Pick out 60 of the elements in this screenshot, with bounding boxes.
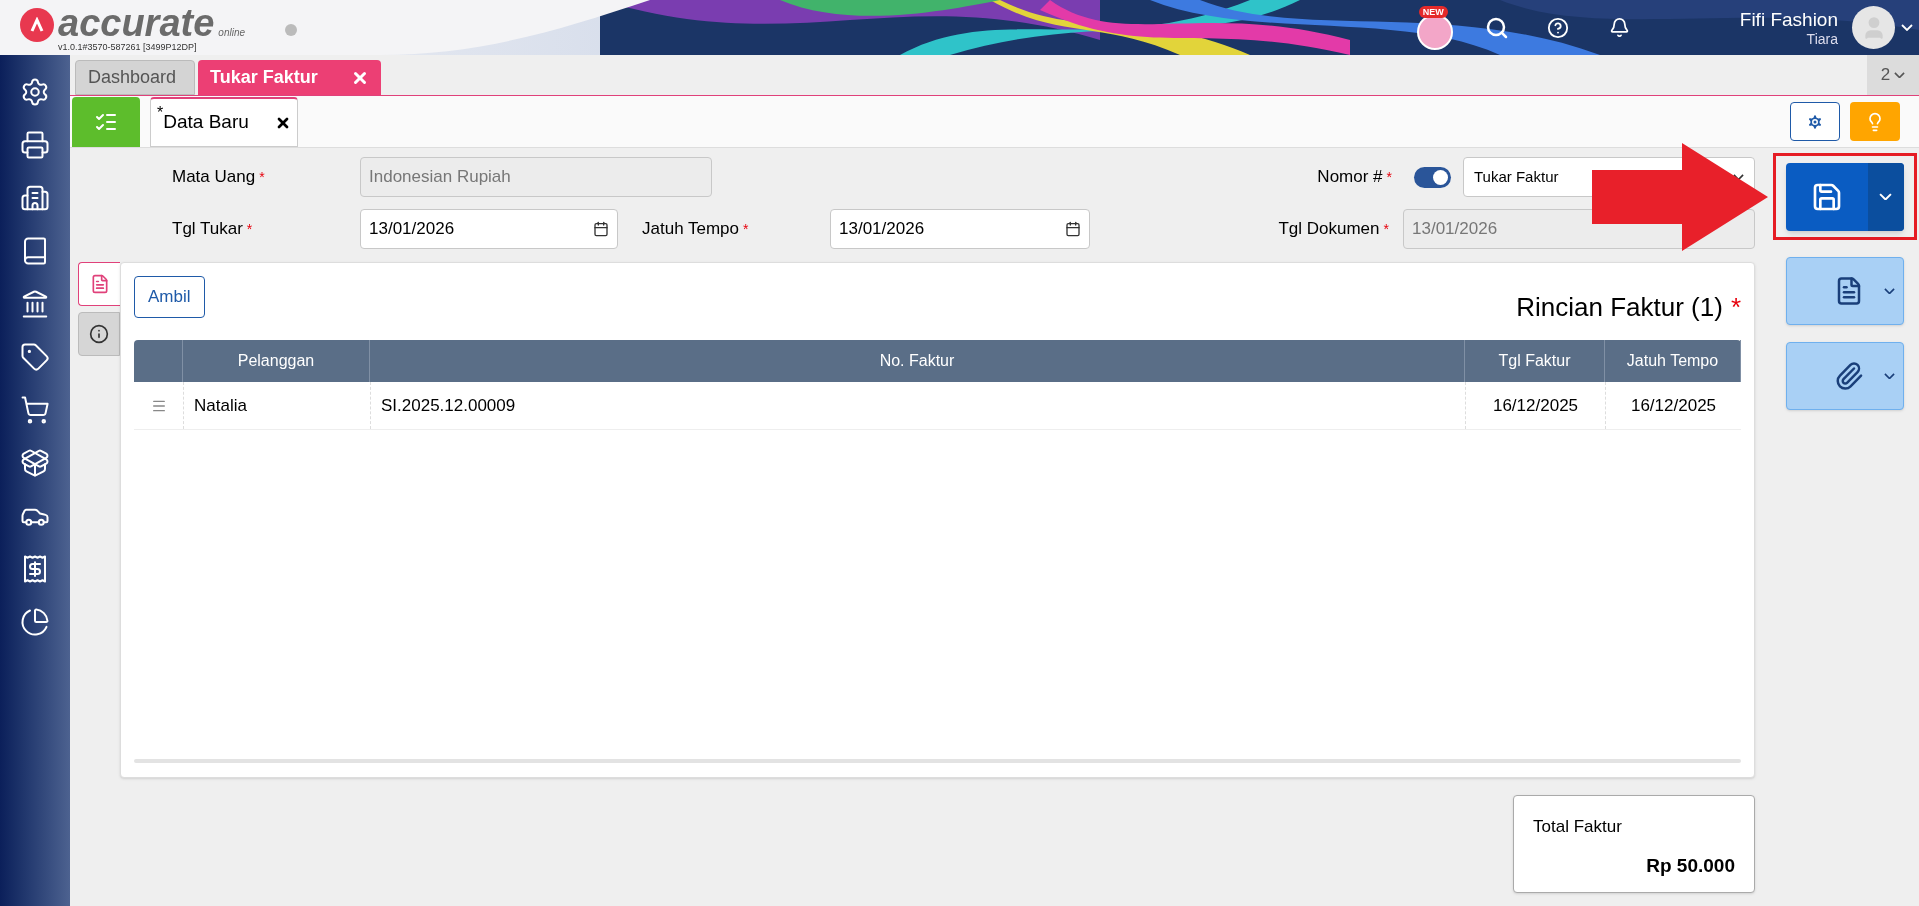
field-label: Nomor # * xyxy=(1317,166,1392,189)
total-label: Total Faktur xyxy=(1533,816,1623,838)
required-mark: * xyxy=(259,169,265,186)
calendar-icon[interactable] xyxy=(593,221,609,237)
logo-subtext: online xyxy=(218,26,246,40)
field-label: Jatuh Tempo * xyxy=(642,218,750,241)
table-header: Tgl Faktur xyxy=(1465,340,1605,382)
subtab[interactable]: *Data Baru xyxy=(150,97,298,147)
cart-icon[interactable] xyxy=(20,395,50,425)
table-cell: SI.2025.12.00009 xyxy=(370,382,1465,429)
required-mark: * xyxy=(743,221,749,238)
building-icon[interactable] xyxy=(20,183,50,213)
side-tab[interactable] xyxy=(78,262,120,306)
printer-icon[interactable] xyxy=(20,130,50,160)
notification-icon[interactable] xyxy=(1608,17,1630,38)
required-mark: * xyxy=(246,221,253,238)
field-label: Tgl Tukar * xyxy=(172,218,254,241)
settings-icon xyxy=(1806,112,1824,131)
table-header: Pelanggan xyxy=(183,340,370,382)
tab[interactable]: Dashboard xyxy=(75,60,195,95)
section-title: Rincian Faktur (1) * xyxy=(1516,290,1741,324)
toggle-switch[interactable] xyxy=(1414,166,1451,188)
field-label: Tgl Dokumen * xyxy=(1278,218,1389,241)
user-name: Tiara xyxy=(1806,30,1838,47)
settings-button[interactable] xyxy=(1790,102,1840,141)
caret-icon xyxy=(1879,192,1892,201)
gear-icon[interactable] xyxy=(20,77,50,107)
date-field[interactable]: 13/01/2026 xyxy=(360,209,618,249)
table-header: No. Faktur xyxy=(370,340,1465,382)
chevron-icon[interactable] xyxy=(1901,23,1913,32)
field-label: Mata Uang * xyxy=(172,166,266,189)
table-header: Jatuh Tempo xyxy=(1605,340,1741,382)
logo-text: accurate xyxy=(58,4,215,42)
caret-icon xyxy=(1894,71,1906,79)
tag-icon[interactable] xyxy=(20,342,50,372)
fetch-button[interactable]: Ambil xyxy=(134,276,205,318)
required-mark: * xyxy=(1383,221,1389,238)
save-button[interactable] xyxy=(1785,162,1904,231)
tab-count-button[interactable]: 2 xyxy=(1867,55,1919,95)
date-field[interactable]: 13/01/2026 xyxy=(830,209,1090,249)
pie-chart-icon[interactable] xyxy=(20,607,50,637)
package-icon[interactable] xyxy=(20,448,50,478)
table-cell: 16/12/2025 xyxy=(1605,382,1741,429)
required-mark: * xyxy=(1386,169,1392,186)
version-text: v1.0.1#3570-587261 [3499P12DP] xyxy=(58,42,198,52)
total-value: Rp 50.000 xyxy=(1646,853,1735,878)
info-icon xyxy=(89,324,109,344)
attachment-button[interactable] xyxy=(1785,342,1904,410)
company-name: Fifi Fashion xyxy=(1739,8,1838,31)
print-button[interactable] xyxy=(1785,257,1904,325)
side-tab[interactable] xyxy=(78,312,120,356)
caret-icon xyxy=(1883,287,1895,295)
table-cell: Natalia xyxy=(183,382,370,429)
bank-icon[interactable] xyxy=(20,289,50,319)
table-cell: 16/12/2025 xyxy=(1465,382,1605,429)
help-icon[interactable] xyxy=(1546,16,1569,39)
search-icon[interactable] xyxy=(1484,15,1509,40)
calendar-icon[interactable] xyxy=(1065,221,1081,237)
caret-icon xyxy=(1883,372,1895,380)
tab[interactable]: Tukar Faktur xyxy=(198,60,381,95)
